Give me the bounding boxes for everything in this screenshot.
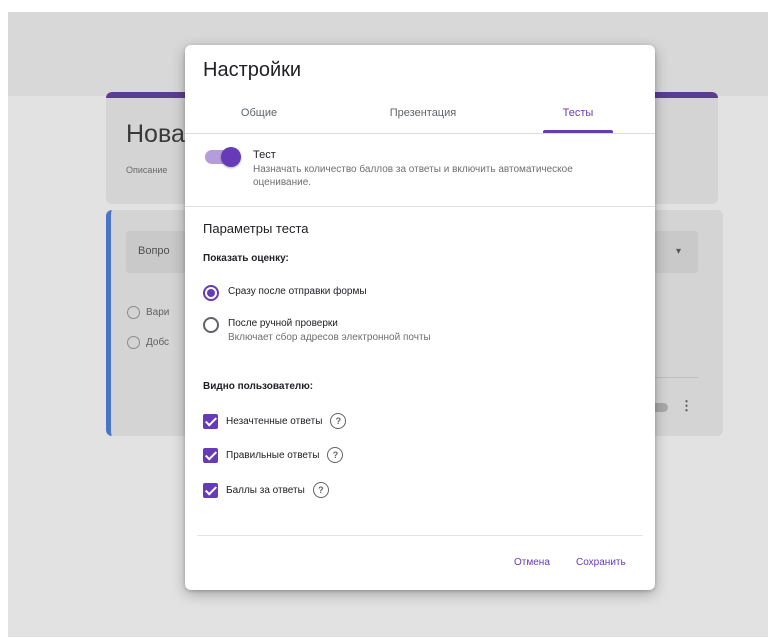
checkbox-checked-icon: [203, 447, 218, 463]
visible-to-user-label: Видно пользователю:: [203, 381, 314, 392]
checkbox-missed-answers-label: Незачтенные ответы: [226, 415, 323, 427]
checkbox-missed-answers[interactable]: Незачтенные ответы ?: [203, 413, 347, 429]
checkbox-correct-answers[interactable]: Правильные ответы ?: [203, 447, 344, 463]
show-score-label: Показать оценку:: [203, 253, 289, 264]
checkbox-correct-answers-label: Правильные ответы: [226, 449, 320, 461]
help-circle-icon[interactable]: ?: [312, 482, 329, 498]
background-question-text: Вопро: [138, 245, 170, 257]
background-option-2-label: Добс: [146, 337, 170, 348]
arrow-drop-down-icon: ▾: [676, 246, 682, 257]
background-option-1-label: Вари: [146, 307, 170, 318]
tab-presentation[interactable]: Презентация: [373, 103, 473, 131]
toggle-knob: [221, 147, 241, 167]
help-circle-icon[interactable]: ?: [330, 413, 347, 429]
dialog-title: Настройки: [203, 59, 302, 81]
quiz-divider: [185, 206, 655, 207]
radio-manual-review[interactable]: После ручной проверки Включает сбор адре…: [203, 317, 431, 345]
tab-tests[interactable]: Тесты: [543, 103, 613, 131]
radio-checked-icon: [203, 285, 219, 301]
quiz-options-title: Параметры теста: [203, 221, 309, 236]
checkbox-checked-icon: [203, 482, 218, 498]
cancel-button[interactable]: Отмена: [514, 557, 550, 568]
background-option-1: Вари: [127, 306, 169, 319]
radio-immediately-label: Сразу после отправки формы: [228, 286, 367, 297]
tab-general[interactable]: Общие: [229, 103, 289, 131]
quiz-mode-title: Тест: [253, 149, 276, 161]
radio-outline-icon: [127, 336, 140, 349]
checkbox-point-values[interactable]: Баллы за ответы ?: [203, 482, 329, 498]
quiz-mode-description: Назначать количество баллов за ответы и …: [253, 164, 573, 188]
more-vert-icon: ⋮: [680, 398, 693, 413]
background-option-2: Добс: [127, 336, 169, 349]
checkbox-point-values-label: Баллы за ответы: [226, 484, 305, 496]
background-form-title: Нова: [126, 120, 185, 148]
help-circle-icon[interactable]: ?: [327, 447, 344, 463]
radio-unchecked-icon: [203, 317, 219, 333]
save-button[interactable]: Сохранить: [576, 557, 626, 568]
quiz-mode-toggle[interactable]: [205, 147, 241, 167]
quiz-mode-row: Тест Назначать количество баллов за отве…: [185, 134, 655, 206]
screen: Нова Описание Вопро ▾ Вари Добс ⋮ Настро…: [0, 0, 774, 641]
radio-manual-review-label: После ручной проверки: [228, 318, 338, 329]
radio-outline-icon: [127, 306, 140, 319]
radio-manual-review-text: После ручной проверки Включает сбор адре…: [228, 317, 431, 345]
settings-tabs: Общие Презентация Тесты: [185, 103, 655, 133]
radio-immediately[interactable]: Сразу после отправки формы: [203, 285, 367, 301]
settings-dialog: Настройки Общие Презентация Тесты Тест Н…: [185, 45, 655, 590]
checkbox-checked-icon: [203, 413, 218, 429]
radio-manual-review-sublabel: Включает сбор адресов электронной почты: [228, 332, 431, 343]
background-form-description: Описание: [126, 165, 168, 175]
footer-divider: [197, 535, 643, 536]
